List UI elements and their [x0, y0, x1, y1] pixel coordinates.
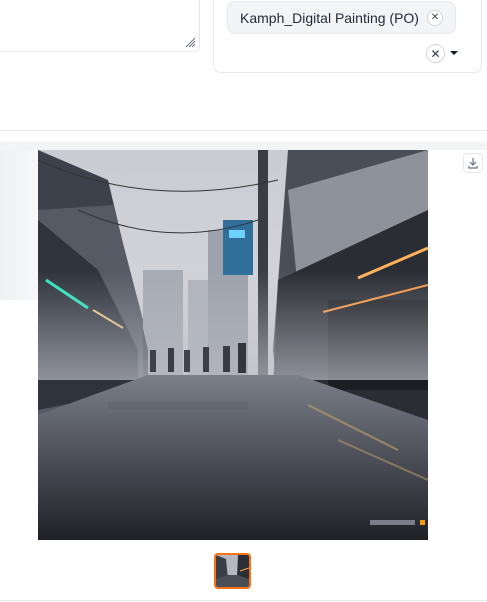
prompt-textarea[interactable]	[0, 0, 200, 52]
generated-image[interactable]	[38, 150, 428, 540]
street-scene-image	[38, 150, 428, 540]
thumbnail-image	[216, 555, 249, 587]
download-icon[interactable]	[463, 153, 483, 173]
image-gallery	[0, 142, 487, 602]
style-dropdown[interactable]: Kamph_Digital Painting (PO) ✕ ✕	[213, 0, 482, 73]
selected-style-chip: Kamph_Digital Painting (PO) ✕	[227, 1, 456, 34]
gallery-header-band	[0, 142, 487, 150]
gallery-left-shade	[0, 150, 38, 300]
dropdown-caret-icon[interactable]	[448, 45, 460, 61]
gallery-thumbnail[interactable]	[214, 553, 251, 589]
page: Kamph_Digital Painting (PO) ✕ ✕	[0, 0, 487, 602]
chip-remove-icon[interactable]: ✕	[426, 9, 443, 26]
chip-label: Kamph_Digital Painting (PO)	[240, 9, 419, 26]
gallery-bottom-divider	[0, 600, 487, 601]
resize-handle-icon[interactable]	[184, 36, 196, 48]
section-divider	[0, 130, 487, 131]
clear-selection-icon[interactable]: ✕	[426, 44, 445, 63]
